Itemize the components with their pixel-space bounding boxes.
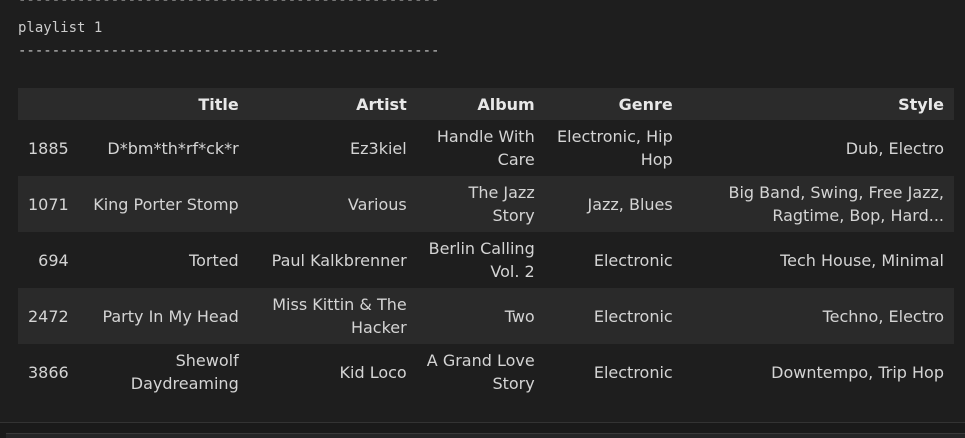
cell-index: 2472: [28, 306, 69, 326]
output-bottom-edge: [0, 422, 965, 438]
header-index: [18, 88, 79, 120]
cell-style: Downtempo, Trip Hop: [771, 362, 944, 382]
cell-title: D*bm*th*rf*ck*r: [107, 138, 239, 158]
header-artist: Artist: [356, 94, 407, 114]
playlist-title: playlist 1: [18, 20, 103, 36]
separator-line-top: ----------------------------------------…: [18, 0, 440, 8]
cell-index: 1071: [28, 194, 69, 214]
cell-index: 1885: [28, 138, 69, 158]
cell-style: Tech House, Minimal: [780, 250, 944, 270]
table-row: 1071 King Porter Stomp Various The Jazz …: [18, 176, 954, 232]
playlist-table: Title Artist Album Genre Style 1885 D*bm…: [18, 88, 954, 400]
cell-genre: Electronic: [593, 250, 673, 270]
cell-style: Dub, Electro: [845, 138, 944, 158]
next-cell-edge[interactable]: [6, 433, 965, 438]
cell-album: Berlin Calling Vol. 2: [428, 239, 535, 281]
header-row: Title Artist Album Genre Style: [18, 88, 954, 120]
cell-style: Techno, Electro: [822, 306, 944, 326]
cell-artist: Ez3kiel: [350, 138, 407, 158]
cell-genre: Electronic, Hip Hop: [557, 127, 673, 169]
cell-artist: Various: [347, 194, 407, 214]
cell-style: Big Band, Swing, Free Jazz, Ragtime, Bop…: [728, 183, 944, 225]
cell-title: King Porter Stomp: [93, 194, 239, 214]
cell-album: Handle With Care: [436, 127, 535, 169]
table-row: 694 Torted Paul Kalkbrenner Berlin Calli…: [18, 232, 954, 288]
header-album: Album: [477, 94, 535, 114]
cell-title: Torted: [189, 250, 239, 270]
table-row: 1885 D*bm*th*rf*ck*r Ez3kiel Handle With…: [18, 120, 954, 176]
separator-line-bottom: ----------------------------------------…: [18, 43, 440, 59]
header-title: Title: [198, 94, 239, 114]
cell-genre: Jazz, Blues: [587, 194, 673, 214]
cell-artist: Paul Kalkbrenner: [271, 250, 407, 270]
cell-album: Two: [504, 306, 535, 326]
cell-genre: Electronic: [593, 362, 673, 382]
cell-index: 694: [38, 250, 69, 270]
cell-album: The Jazz Story: [468, 183, 535, 225]
table-row: 3866 Shewolf Daydreaming Kid Loco A Gran…: [18, 344, 954, 400]
table-body: 1885 D*bm*th*rf*ck*r Ez3kiel Handle With…: [18, 120, 954, 400]
cell-artist: Miss Kittin & The Hacker: [272, 295, 407, 337]
cell-genre: Electronic: [593, 306, 673, 326]
table-header: Title Artist Album Genre Style: [18, 88, 954, 120]
header-genre: Genre: [618, 94, 673, 114]
cell-album: A Grand Love Story: [426, 351, 535, 393]
cell-title: Shewolf Daydreaming: [130, 351, 239, 393]
cell-title: Party In My Head: [102, 306, 239, 326]
header-style: Style: [898, 94, 944, 114]
cell-index: 3866: [28, 362, 69, 382]
cell-artist: Kid Loco: [339, 362, 407, 382]
table-row: 2472 Party In My Head Miss Kittin & The …: [18, 288, 954, 344]
